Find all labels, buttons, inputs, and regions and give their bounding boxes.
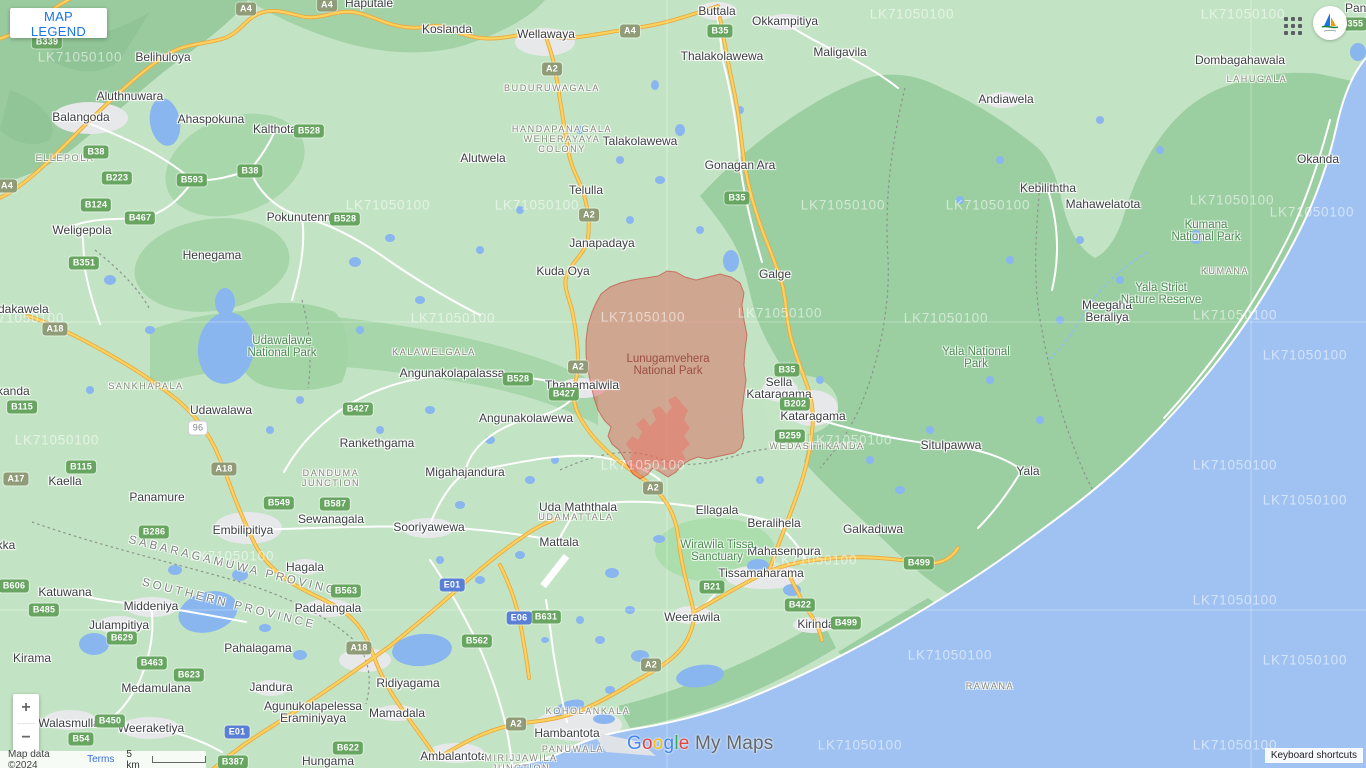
scale-bar	[152, 756, 206, 763]
map-viewport[interactable]: HaputaleKoslandaWellawayaButtalaOkkampit…	[0, 0, 1366, 768]
zoom-in-button[interactable]: +	[13, 694, 39, 723]
zoom-control: + −	[13, 694, 39, 752]
apps-grid-icon[interactable]	[1284, 17, 1304, 37]
keyboard-shortcuts-link[interactable]: Keyboard shortcuts	[1265, 748, 1363, 763]
attribution-bar: Map data ©2024 Terms 5 km	[0, 751, 206, 768]
map-data-text: Map data ©2024	[8, 749, 79, 768]
map-canvas[interactable]	[0, 0, 1366, 768]
scale-label: 5 km	[126, 749, 147, 768]
map-owner-logo-icon[interactable]	[1313, 6, 1347, 40]
map-legend-button[interactable]: MAP LEGEND	[10, 8, 107, 38]
owner-logo-glyph	[1313, 6, 1347, 40]
terms-link[interactable]: Terms	[87, 754, 114, 765]
